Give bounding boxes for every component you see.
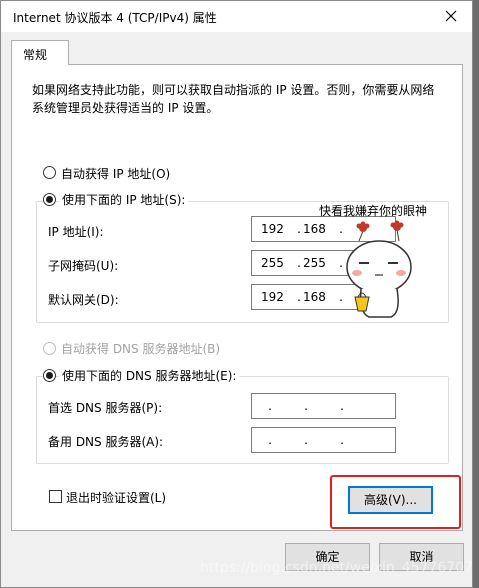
auto-ip-radio[interactable] [43,166,56,179]
close-icon [445,10,457,22]
manual-dns-radio[interactable] [43,369,56,382]
auto-ip-label: 自动获得 IP 地址(O) [61,167,171,181]
cartoon-face-icon [346,220,412,318]
default-gateway-octet: 192 [261,290,284,304]
close-button[interactable] [436,3,466,29]
advanced-button[interactable]: 高级(V)... [348,486,433,514]
title-bar: Internet 协议版本 4 (TCP/IPv4) 属性 [1,1,472,32]
preferred-dns-label: 首选 DNS 服务器(P): [48,401,163,415]
subnet-mask-label: 子网掩码(U): [48,259,119,273]
preferred-dns-input[interactable]: ... [251,393,396,419]
auto-dns-label: 自动获得 DNS 服务器地址(B) [61,342,221,356]
cancel-button[interactable]: 取消 [379,543,464,571]
description-text: 如果网络支持此功能，则可以获取自动指派的 IP 设置。否则，你需要从网络系统管理… [32,83,435,115]
tab-general[interactable]: 常规 [11,40,69,65]
ok-button[interactable]: 确定 [285,543,370,571]
validate-on-exit-checkbox[interactable] [49,490,62,503]
general-tab-panel: 如果网络支持此功能，则可以获取自动指派的 IP 设置。否则，你需要从网络系统管理… [11,64,463,531]
window-title: Internet 协议版本 4 (TCP/IPv4) 属性 [13,11,217,25]
default-gateway-label: 默认网关(D): [48,293,119,307]
ip-address-label: IP 地址(I): [48,225,104,239]
manual-dns-label: 使用下面的 DNS 服务器地址(E): [59,367,240,384]
auto-dns-radio[interactable] [43,342,56,355]
validate-on-exit-label: 退出时验证设置(L) [66,491,167,505]
meme-sticker: 快看我嫌弃你的眼神 [319,201,437,323]
ipv4-properties-dialog: Internet 协议版本 4 (TCP/IPv4) 属性 常规 如果网络支持此… [0,0,473,588]
subnet-mask-octet: 255 [261,256,284,270]
manual-ip-radio[interactable] [43,193,56,206]
manual-ip-label: 使用下面的 IP 地址(S): [59,191,189,208]
alternate-dns-label: 备用 DNS 服务器(A): [48,435,164,449]
alternate-dns-input[interactable]: ... [251,427,396,453]
ip-address-octet: 192 [261,222,284,236]
